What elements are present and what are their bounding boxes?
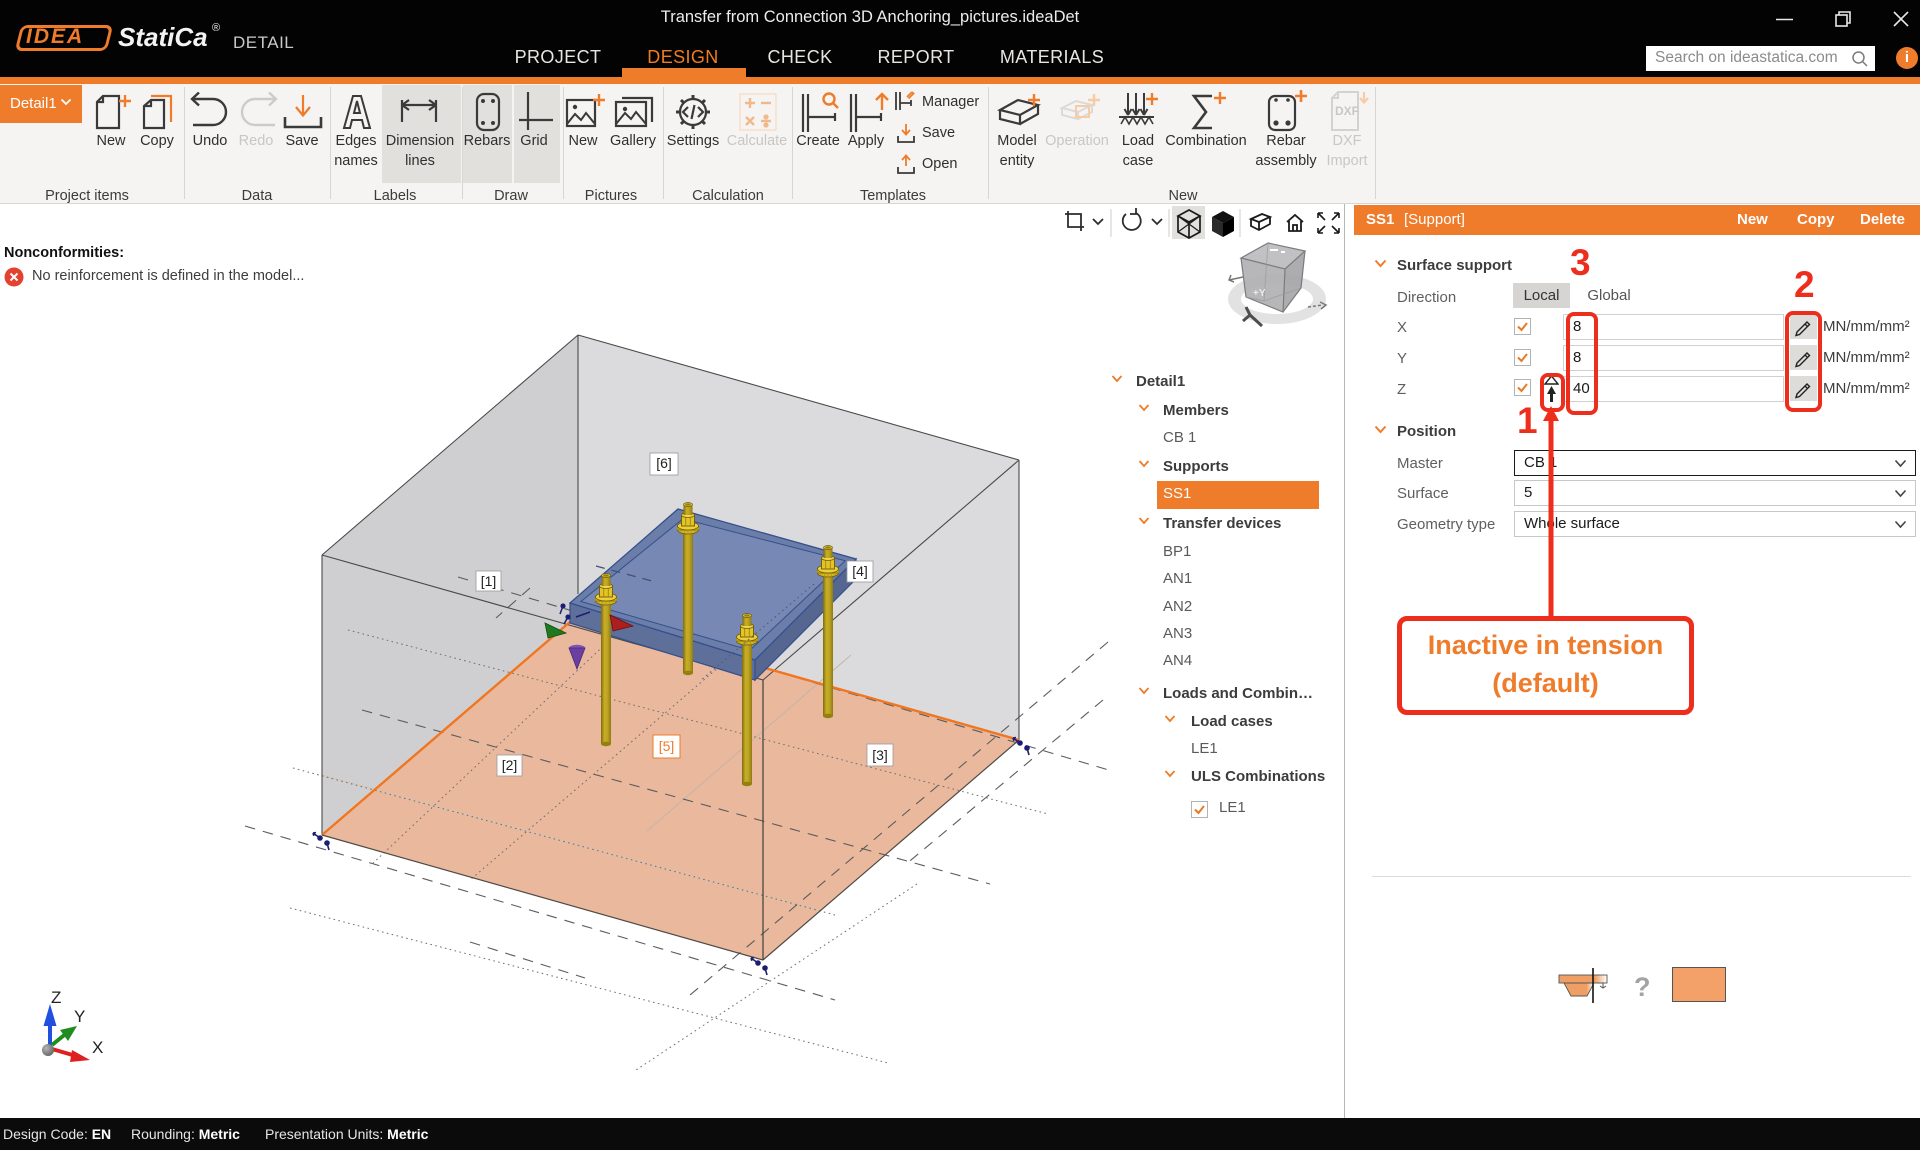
svg-text:[5]: [5] <box>659 738 675 754</box>
svg-text:[4]: [4] <box>852 563 868 579</box>
svg-text:[6]: [6] <box>656 455 672 471</box>
svg-text:Z: Z <box>51 988 61 1007</box>
svg-text:Y: Y <box>74 1007 85 1026</box>
svg-text:X: X <box>92 1038 103 1057</box>
svg-text:DXF: DXF <box>1335 104 1359 118</box>
svg-text:+Y: +Y <box>1253 288 1266 299</box>
svg-text:[3]: [3] <box>872 747 888 763</box>
svg-text:[1]: [1] <box>481 573 497 589</box>
svg-text:[2]: [2] <box>502 757 518 773</box>
